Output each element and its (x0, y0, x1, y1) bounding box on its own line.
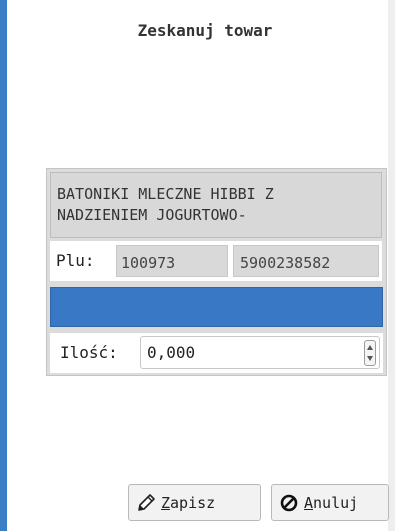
spinner-down-icon[interactable] (367, 356, 373, 361)
quantity-spinner[interactable] (364, 340, 376, 366)
product-name: BATONIKI MLECZNE HIBBI Z NADZIENIEM JOGU… (50, 172, 382, 238)
ean-value: 5900238582 (233, 245, 379, 277)
dialog-title: Zeskanuj towar (137, 21, 273, 40)
pencil-icon (135, 492, 157, 514)
quantity-input[interactable] (140, 336, 380, 369)
spinner-up-icon[interactable] (367, 345, 373, 350)
cancel-label: nuluj (313, 493, 359, 512)
quantity-label: Ilość: (60, 343, 118, 362)
window-border-left (0, 0, 7, 531)
plu-label: Plu: (56, 251, 95, 270)
plu-value: 100973 (116, 245, 228, 277)
cancel-button[interactable]: Anuluj (271, 484, 389, 521)
save-mnemonic: Z (161, 493, 171, 512)
cancel-circle-icon (278, 492, 300, 514)
quantity-row: Ilość: (50, 333, 383, 373)
selection-bar (50, 287, 383, 327)
cancel-mnemonic: A (304, 493, 314, 512)
product-panel: BATONIKI MLECZNE HIBBI Z NADZIENIEM JOGU… (46, 168, 387, 376)
window-border-right (388, 0, 395, 531)
save-button[interactable]: Zapisz (128, 484, 261, 521)
plu-row: Plu: 100973 5900238582 (50, 241, 382, 281)
save-label: apisz (170, 493, 216, 512)
